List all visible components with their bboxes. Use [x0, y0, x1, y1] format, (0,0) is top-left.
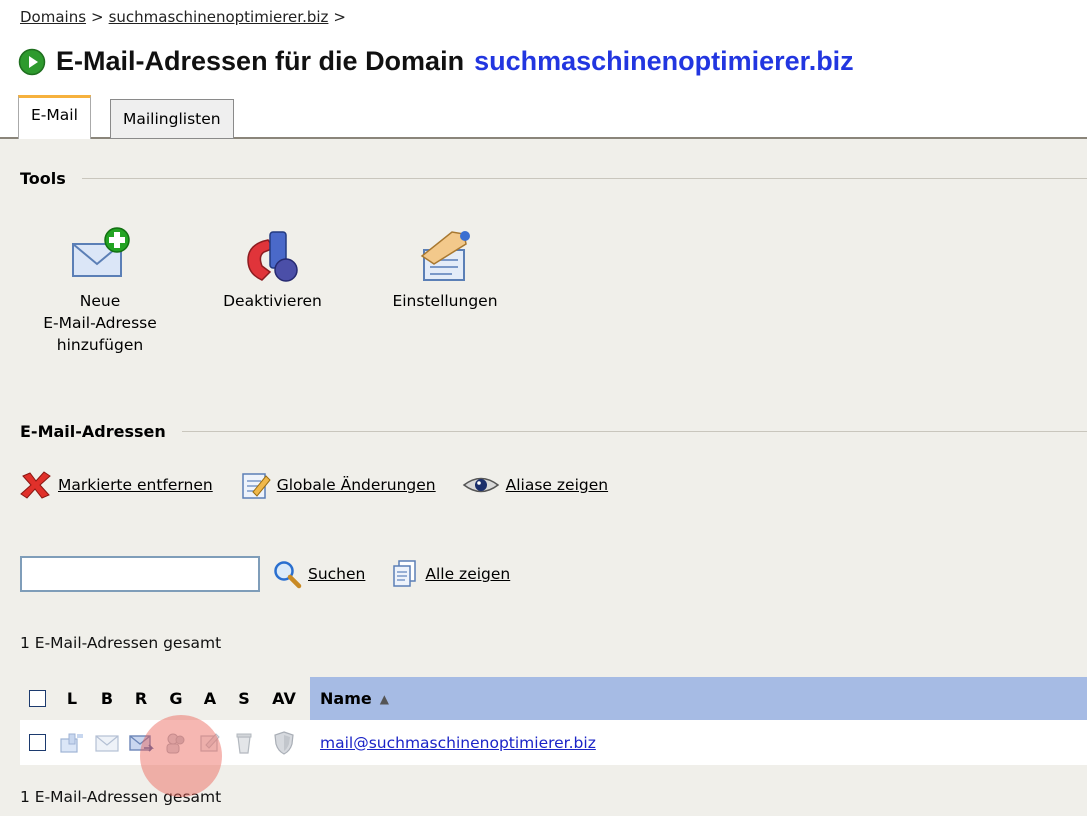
row-icon-cell — [226, 720, 262, 765]
sort-ascending-icon: ▲ — [379, 691, 389, 706]
breadcrumb: Domains > suchmaschinenoptimierer.biz > — [20, 8, 351, 26]
column-header-s[interactable]: S — [226, 677, 262, 720]
section-divider — [81, 178, 1087, 179]
remove-selected-link[interactable]: Markierte entfernen — [58, 476, 213, 494]
row-name-cell: mail@suchmaschinenoptimierer.biz — [306, 720, 1087, 765]
row-checkbox[interactable] — [28, 734, 46, 751]
show-all-action[interactable]: Alle zeigen — [391, 559, 510, 589]
search-input[interactable] — [20, 556, 260, 592]
search-row: Suchen Alle zeigen — [20, 556, 524, 592]
column-header-name-label: Name — [320, 689, 372, 708]
tools-section-header: Tools — [20, 169, 1087, 188]
column-header-a[interactable]: A — [194, 677, 226, 720]
column-header-b[interactable]: B — [90, 677, 124, 720]
row-icon-cell — [90, 720, 124, 765]
tool-add-email[interactable]: Neue E-Mail-Adresse hinzufügen — [25, 226, 175, 356]
tool-deactivate-label: Deaktivieren — [223, 292, 322, 310]
go-arrow-icon — [18, 48, 46, 75]
mailbox-icon[interactable] — [59, 731, 85, 755]
global-changes-link[interactable]: Globale Änderungen — [277, 476, 436, 494]
delete-x-icon — [20, 471, 51, 499]
email-section-heading: E-Mail-Adressen — [20, 422, 166, 441]
envelope-add-icon — [72, 227, 130, 277]
redirect-envelope-icon[interactable] — [128, 732, 154, 754]
select-all-cell — [20, 677, 54, 720]
global-changes-icon — [241, 473, 271, 499]
email-address-link[interactable]: mail@suchmaschinenoptimierer.biz — [320, 734, 596, 752]
search-icon — [274, 561, 302, 589]
table-row: mail@suchmaschinenoptimierer.biz — [20, 720, 1087, 765]
row-icon-cell — [124, 720, 158, 765]
breadcrumb-domains-link[interactable]: Domains — [20, 8, 86, 26]
page-title-domain: suchmaschinenoptimierer.biz — [474, 46, 854, 76]
row-icon-cell — [262, 720, 306, 765]
settings-icon — [420, 231, 470, 281]
envelope-icon[interactable] — [94, 732, 120, 754]
breadcrumb-domain-link[interactable]: suchmaschinenoptimierer.biz — [109, 8, 329, 26]
column-header-name[interactable]: Name ▲ — [310, 677, 1087, 720]
select-all-checkbox[interactable] — [28, 690, 46, 707]
show-all-link[interactable]: Alle zeigen — [425, 565, 510, 583]
page-title: E-Mail-Adressen für die Domain suchmasch… — [18, 46, 854, 77]
eye-icon — [462, 477, 499, 493]
row-select-cell — [20, 720, 54, 765]
row-icon-cell — [158, 720, 194, 765]
autoresponder-icon[interactable] — [198, 731, 222, 755]
column-header-g[interactable]: G — [158, 677, 194, 720]
search-action[interactable]: Suchen — [272, 559, 365, 589]
total-count-top: 1 E-Mail-Adressen gesamt — [20, 634, 222, 652]
deactivate-icon — [246, 231, 298, 282]
column-header-l[interactable]: L — [54, 677, 90, 720]
email-section-header: E-Mail-Adressen — [20, 422, 1087, 441]
email-actions-bar: Markierte entfernen Globale Änderungen A… — [20, 470, 634, 500]
tab-mailinglisten[interactable]: Mailinglisten — [110, 99, 234, 139]
section-divider — [181, 431, 1087, 432]
page-title-text: E-Mail-Adressen für die Domain — [56, 46, 465, 76]
tool-deactivate[interactable]: Deaktivieren — [205, 226, 340, 312]
column-header-r[interactable]: R — [124, 677, 158, 720]
document-list-icon — [393, 560, 417, 587]
show-aliases-link[interactable]: Aliase zeigen — [506, 476, 608, 494]
tools-heading: Tools — [20, 169, 66, 188]
tool-settings[interactable]: Einstellungen — [370, 226, 520, 312]
row-icon-cell — [54, 720, 90, 765]
tab-bar: E-Mail Mailinglisten — [0, 95, 1087, 139]
global-changes-action[interactable]: Globale Änderungen — [239, 470, 436, 500]
total-count-bottom: 1 E-Mail-Adressen gesamt — [20, 788, 222, 806]
show-aliases-action[interactable]: Aliase zeigen — [462, 474, 608, 496]
antivirus-shield-icon[interactable] — [273, 730, 295, 756]
group-icon[interactable] — [163, 731, 189, 755]
row-icon-cell — [194, 720, 226, 765]
tool-add-email-label: Neue E-Mail-Adresse hinzufügen — [43, 292, 157, 354]
tool-settings-label: Einstellungen — [392, 292, 498, 310]
spam-filter-icon[interactable] — [233, 731, 255, 755]
breadcrumb-separator: > — [91, 8, 104, 26]
breadcrumb-separator: > — [333, 8, 346, 26]
column-header-av[interactable]: AV — [262, 677, 306, 720]
email-table: L B R G A S AV Name ▲ mail@suchmaschinen… — [20, 677, 1087, 765]
table-header: L B R G A S AV Name ▲ — [20, 677, 1087, 720]
search-link[interactable]: Suchen — [308, 565, 365, 583]
tab-email[interactable]: E-Mail — [18, 95, 91, 139]
remove-selected-action[interactable]: Markierte entfernen — [20, 471, 213, 499]
